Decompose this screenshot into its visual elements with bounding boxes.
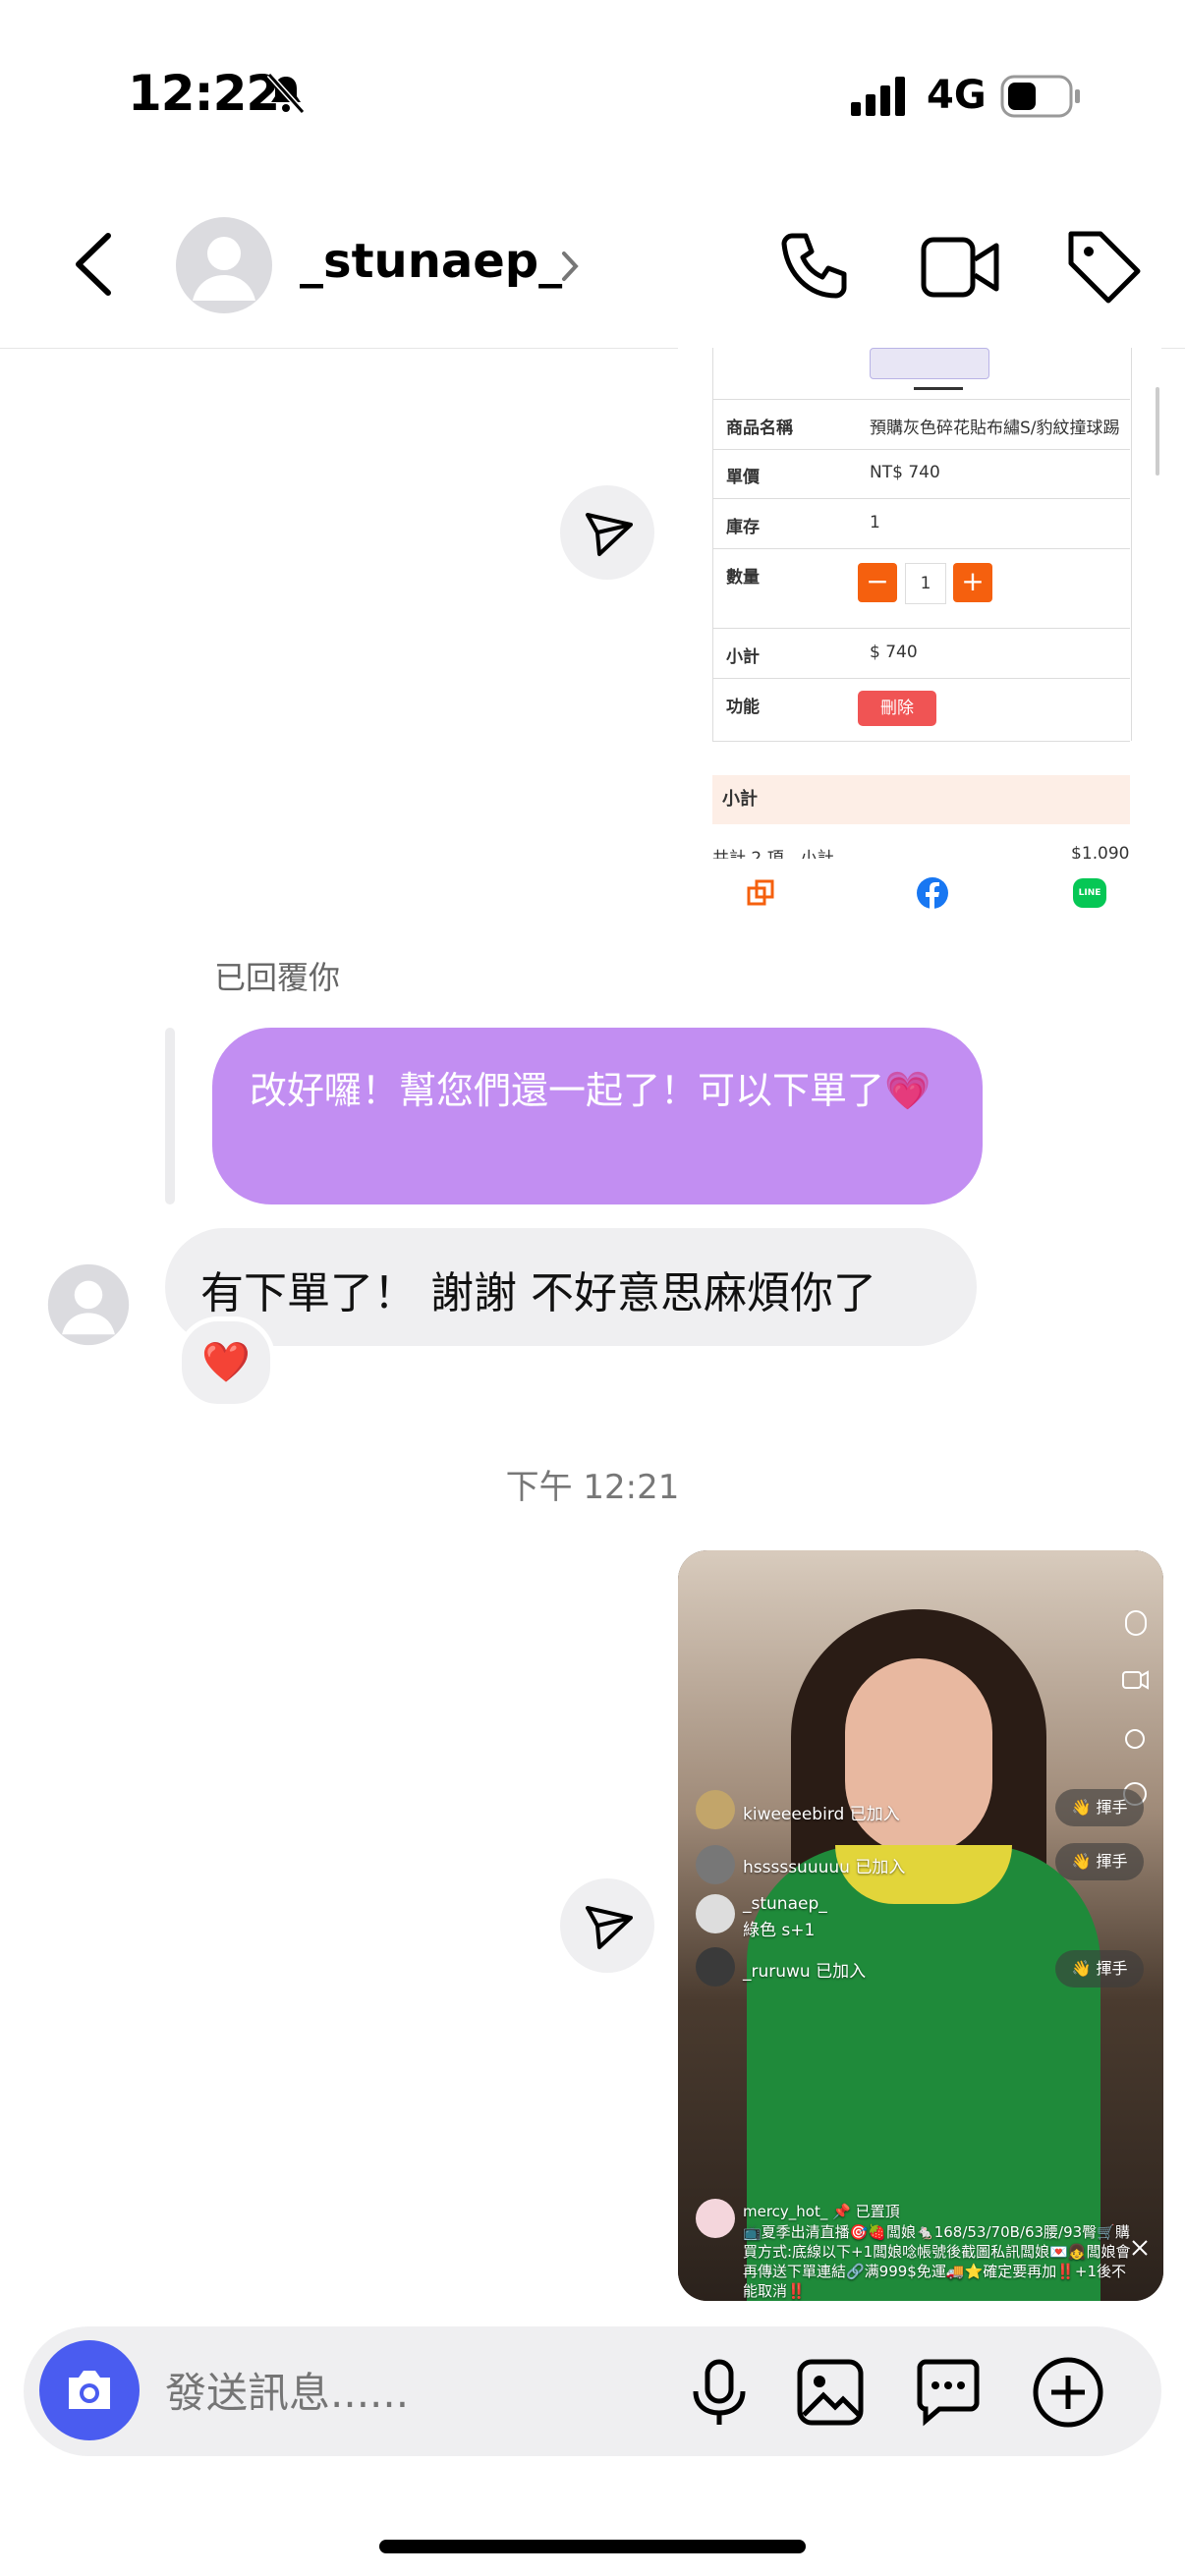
camera-button[interactable] — [39, 2340, 140, 2440]
line-icon[interactable]: LINE — [1073, 878, 1106, 908]
phone-icon[interactable] — [778, 230, 853, 305]
avatar[interactable] — [175, 216, 273, 314]
reply-caption: 已回覆你 — [214, 959, 341, 996]
qty-minus-button[interactable]: − — [858, 563, 897, 602]
live-avatar — [696, 1894, 735, 1933]
row-product-name: 商品名稱 預購灰色碎花貼布繡S/豹紋撞球踢 — [712, 399, 1130, 450]
chevron-right-icon[interactable] — [558, 250, 582, 283]
send-icon — [586, 513, 633, 556]
pinned-user: mercy_hot_ 📌 已置頂 — [743, 2203, 900, 2220]
sender-avatar[interactable] — [47, 1263, 130, 1346]
network-type: 4G — [927, 73, 987, 118]
microphone-icon[interactable] — [688, 2358, 751, 2427]
live-join-row: kiweeeebird 已加入 — [743, 1805, 900, 1824]
live-join-row: _ruruwu 已加入 — [743, 1962, 867, 1982]
quoted-message-text: 改好囉！幫您們還一起了！可以下單了💗 — [250, 1069, 931, 1112]
live-comment-text: 綠色 s+1 — [743, 1921, 816, 1940]
wave-button[interactable]: 👋 揮手 — [1055, 1843, 1144, 1880]
qty-value[interactable]: 1 — [905, 563, 946, 604]
back-arrow-icon[interactable] — [69, 230, 118, 299]
gallery-icon[interactable] — [796, 2358, 865, 2427]
tag-icon[interactable] — [1061, 224, 1146, 308]
live-comment-user: _stunaep_ — [743, 1894, 827, 1914]
wave-button[interactable]: 👋 揮手 — [1055, 1789, 1144, 1826]
forward-button[interactable] — [560, 1878, 654, 1973]
battery-icon — [1000, 75, 1080, 118]
close-icon[interactable] — [1130, 2238, 1150, 2258]
add-icon[interactable] — [1032, 2356, 1104, 2429]
row-function: 功能 刪除 — [712, 679, 1130, 742]
row-subtotal: 小計 $ 740 — [712, 629, 1130, 679]
qty-plus-button[interactable]: + — [953, 563, 992, 602]
signal-icon — [851, 77, 905, 116]
row-stock: 庫存 1 — [712, 499, 1130, 549]
total-amount: $1,090 — [1071, 844, 1130, 859]
shared-live-video[interactable]: kiweeeebird 已加入 👋 揮手 hsssssuuuuu 已加入 👋 揮… — [678, 1550, 1163, 2301]
bell-muted-icon — [266, 72, 306, 115]
forward-button[interactable] — [560, 485, 654, 580]
reaction-badge[interactable]: ❤️ — [177, 1316, 275, 1409]
reply-quote-bar — [165, 1028, 175, 1204]
live-avatar — [696, 1790, 735, 1829]
total-label: 共計 2 項，小計 — [712, 849, 834, 859]
delete-button[interactable]: 刪除 — [858, 691, 936, 726]
incoming-message-bubble[interactable]: 有下單了！ 謝謝 不好意思麻煩你了 — [165, 1228, 977, 1346]
subtotal-header: 小計 — [712, 775, 1130, 824]
row-quantity: 數量 − 1 + — [712, 549, 1130, 629]
row-unit-price: 單價 NT$ 740 — [712, 449, 1130, 499]
incoming-message-text: 有下單了！ 謝謝 不好意思麻煩你了 — [200, 1268, 876, 1318]
status-time: 12:22 — [128, 65, 280, 122]
message-input[interactable] — [163, 2354, 678, 2431]
camera-icon — [69, 2371, 110, 2409]
wave-button[interactable]: 👋 揮手 — [1055, 1950, 1144, 1988]
live-join-row: hsssssuuuuu 已加入 — [743, 1858, 906, 1877]
facebook-icon[interactable] — [916, 876, 949, 910]
live-avatar — [696, 1845, 735, 1884]
home-indicator — [379, 2540, 806, 2553]
copy-icon[interactable] — [746, 878, 775, 908]
card-scrollbar[interactable] — [1156, 387, 1159, 476]
quoted-message-bubble[interactable]: 改好囉！幫您們還一起了！可以下單了💗 — [212, 1028, 983, 1204]
timestamp: 下午 12:21 — [505, 1468, 680, 1507]
shared-product-card[interactable]: 商品名稱 預購灰色碎花貼布繡S/豹紋撞球踢 單價 NT$ 740 庫存 1 數量… — [678, 348, 1161, 859]
live-avatar — [696, 1947, 735, 1987]
sticker-chat-icon[interactable] — [914, 2358, 983, 2427]
live-avatar — [696, 2199, 735, 2238]
pinned-comment: 📺夏季出清直播🎯🍓闆娘🐁168/53/70B/63腰/93臀🛒購買方式:底線以下… — [743, 2223, 1131, 2300]
chat-username[interactable]: _stunaep_ — [300, 234, 562, 289]
send-icon — [586, 1906, 633, 1949]
video-call-icon[interactable] — [918, 230, 1002, 305]
